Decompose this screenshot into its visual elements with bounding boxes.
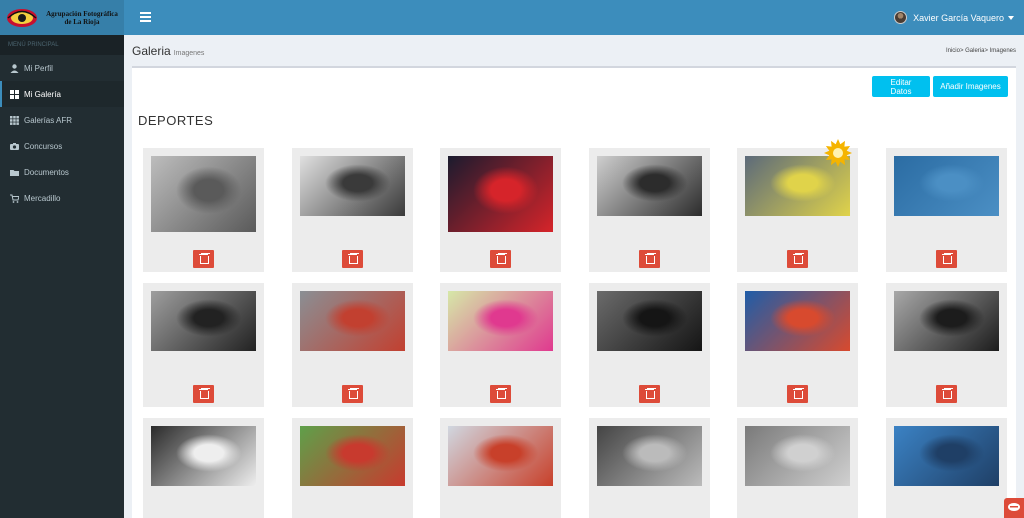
sidebar-item-label: Mercadillo (24, 193, 61, 203)
gallery-card (291, 418, 413, 518)
user-menu[interactable]: Xavier García Vaquero (894, 0, 1014, 35)
chat-icon[interactable] (1004, 498, 1024, 518)
caret-down-icon (1008, 15, 1014, 20)
edit-data-button[interactable]: Editar Datos (872, 76, 930, 97)
sidebar-item-label: Concursos (24, 141, 63, 151)
sidebar-item-mi-perfil[interactable]: Mi Perfil (0, 55, 124, 81)
sidebar-item-label: Mi Perfil (24, 63, 53, 73)
sidebar-item-concursos[interactable]: Concursos (0, 133, 124, 159)
gallery-thumbnail-handball-players[interactable] (745, 291, 850, 351)
cart-icon (10, 194, 19, 203)
delete-image-button[interactable] (935, 250, 957, 268)
gallery-card (885, 148, 1007, 272)
grid-icon (10, 115, 19, 125)
delete-image-button[interactable] (193, 385, 214, 403)
sidebar-item-galerias-afr[interactable]: Galerías AFR (0, 107, 124, 133)
delete-image-button[interactable] (490, 250, 511, 268)
sidebar-item-label: Mi Galería (24, 89, 61, 99)
brand-logo[interactable]: Agrupación Fotográfica de La Rioja (0, 0, 124, 35)
delete-image-button[interactable] (935, 385, 957, 403)
gallery-thumbnail-runners-feet[interactable] (299, 291, 405, 351)
page-subtitle: Imagenes (173, 50, 205, 57)
gallery-thumbnail-bullfighting-bw[interactable] (151, 426, 256, 486)
gallery-card (143, 148, 264, 272)
sidebar-item-label: Documentos (24, 167, 69, 177)
hamburger-menu-icon[interactable] (140, 10, 151, 24)
gallery-card (143, 418, 264, 518)
sidebar-header: MENÚ PRINCIPAL (0, 35, 124, 55)
gallery-card (737, 283, 858, 407)
gallery-card (737, 139, 858, 272)
delete-image-button[interactable] (638, 385, 660, 403)
avatar (894, 11, 908, 24)
sidebar-item-mercadillo[interactable]: Mercadillo (0, 185, 124, 211)
sidebar-item-mi-galeria[interactable]: Mi Galería (0, 81, 124, 107)
top-navbar: Xavier García Vaquero (124, 0, 1024, 35)
camera-icon (10, 142, 19, 150)
gallery-card (737, 418, 858, 518)
gallery-thumbnail-basketball-player-bw[interactable] (151, 156, 256, 232)
gallery-thumbnail-rowers-bw[interactable] (596, 426, 702, 486)
user-icon (10, 63, 19, 73)
gallery-box: Editar Datos Añadir Imagenes DEPORTES (132, 66, 1016, 518)
gallery-thumbnail-team-cyclists[interactable] (893, 426, 999, 486)
sidebar: MENÚ PRINCIPAL Mi Perfil Mi Galería Gale… (0, 35, 124, 518)
gallery-thumbnail-velodrome-bw[interactable] (745, 426, 850, 486)
gallery-card (143, 283, 264, 407)
featured-star-icon (824, 139, 852, 167)
gallery-card (291, 283, 413, 407)
page-title: Galeria Imagenes (132, 44, 205, 58)
add-images-button[interactable]: Añadir Imagenes (933, 76, 1008, 97)
gallery-card (588, 283, 710, 407)
delete-image-button[interactable] (490, 385, 511, 403)
delete-image-button[interactable] (787, 250, 808, 268)
gallery-thumbnail-wheelchair-tennis-bw[interactable] (596, 291, 702, 351)
delete-image-button[interactable] (341, 385, 363, 403)
gallery-card (440, 418, 561, 518)
gallery-card (440, 148, 561, 272)
gallery-thumbnail-hands-bw[interactable] (893, 291, 999, 351)
delete-image-button[interactable] (638, 250, 660, 268)
gallery-thumbnail-rhythmic-gymnast[interactable] (448, 291, 553, 351)
eye-logo-icon (7, 8, 37, 27)
gallery-thumbnail-polo-match[interactable] (299, 426, 405, 486)
gallery-icon (10, 89, 19, 99)
brand-name: Agrupación Fotográfica de La Rioja (46, 9, 118, 26)
folder-icon (10, 169, 19, 176)
gallery-thumbnail-tennis-player-bw[interactable] (151, 291, 256, 351)
gallery-thumbnail-boxing-match[interactable] (448, 156, 553, 232)
gallery-card (291, 148, 413, 272)
sidebar-item-documentos[interactable]: Documentos (0, 159, 124, 185)
gallery-card (588, 148, 710, 272)
delete-image-button[interactable] (193, 250, 214, 268)
user-name: Xavier García Vaquero (913, 12, 1004, 23)
gallery-card (885, 418, 1007, 518)
gallery-card (588, 418, 710, 518)
delete-image-button[interactable] (787, 385, 808, 403)
gallery-thumbnail-high-jump-bw[interactable] (596, 156, 702, 216)
gallery-title: DEPORTES (138, 113, 214, 128)
sidebar-item-label: Galerías AFR (24, 115, 73, 125)
delete-image-button[interactable] (341, 250, 363, 268)
gallery-card (885, 283, 1007, 407)
gallery-thumbnail-hurdler-woman[interactable] (448, 426, 553, 486)
main-content: Galeria Imagenes Inicio> Galeria> Imagene… (124, 35, 1024, 518)
gallery-thumbnail-kayak[interactable] (893, 156, 999, 216)
gallery-thumbnail-hurdles-track-bw[interactable] (299, 156, 405, 216)
gallery-card (440, 283, 561, 407)
breadcrumb[interactable]: Inicio> Galeria> Imagenes (946, 48, 1016, 54)
